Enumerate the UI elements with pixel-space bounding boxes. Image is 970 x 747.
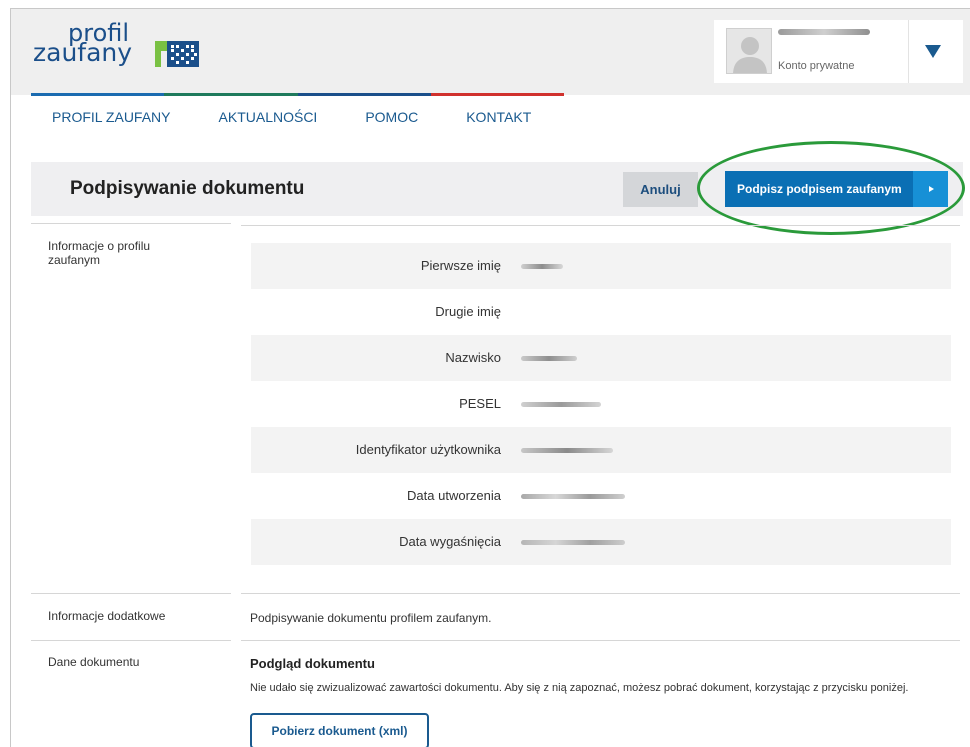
section-label-profile: Informacje o profilu zaufanym bbox=[48, 239, 151, 267]
chevron-down-icon[interactable] bbox=[924, 42, 942, 60]
field-label: Drugie imię bbox=[435, 304, 501, 319]
nav-item-profil-zaufany[interactable]: PROFIL ZAUFANY bbox=[31, 96, 171, 136]
title-bar: Podpisywanie dokumentu Anuluj Podpisz po… bbox=[31, 162, 963, 216]
field-label: Identyfikator użytkownika bbox=[355, 442, 501, 457]
field-row-pesel: PESEL bbox=[251, 381, 951, 427]
logo-text: profil zaufany bbox=[33, 21, 133, 67]
field-label: Data utworzenia bbox=[407, 488, 501, 503]
avatar bbox=[726, 28, 772, 74]
additional-info-text: Podpisywanie dokumentu profilem zaufanym… bbox=[250, 611, 492, 625]
redacted-value bbox=[521, 402, 601, 407]
field-row-user-id: Identyfikator użytkownika bbox=[251, 427, 951, 473]
logo-mark-icon bbox=[155, 41, 199, 67]
redacted-value bbox=[521, 356, 577, 361]
sign-button-arrow[interactable] bbox=[913, 171, 948, 207]
section-divider bbox=[31, 593, 231, 594]
field-row-surname: Nazwisko bbox=[251, 335, 951, 381]
redacted-value bbox=[521, 494, 625, 499]
user-placeholder-icon bbox=[733, 37, 767, 73]
preview-title: Podgląd dokumentu bbox=[250, 656, 375, 671]
redacted-value bbox=[521, 540, 625, 545]
site-header: profil zaufany Konto prywatne bbox=[11, 9, 970, 95]
section-label-document: Dane dokumentu bbox=[48, 655, 140, 669]
cancel-button[interactable]: Anuluj bbox=[623, 172, 698, 207]
field-label: Pierwsze imię bbox=[420, 258, 501, 273]
download-xml-button[interactable]: Pobierz dokument (xml) bbox=[250, 713, 429, 747]
main-nav: PROFIL ZAUFANY AKTUALNOŚCI POMOC KONTAKT bbox=[31, 96, 579, 136]
section-divider bbox=[241, 593, 960, 594]
account-name-redacted bbox=[778, 29, 870, 35]
field-label: Nazwisko bbox=[445, 350, 501, 365]
preview-message: Nie udało się zwizualizować zawartości d… bbox=[250, 682, 909, 694]
section-divider bbox=[31, 223, 231, 224]
nav-item-kontakt[interactable]: KONTAKT bbox=[466, 96, 531, 136]
field-label: Data wygaśnięcia bbox=[399, 534, 501, 549]
field-row-second-name: Drugie imię bbox=[251, 289, 951, 335]
field-label: PESEL bbox=[459, 396, 501, 411]
section-divider bbox=[241, 225, 960, 226]
nav-item-aktualnosci[interactable]: AKTUALNOŚCI bbox=[219, 96, 318, 136]
play-arrow-icon bbox=[928, 186, 934, 192]
field-row-first-name: Pierwsze imię bbox=[251, 243, 951, 289]
section-divider bbox=[241, 640, 960, 641]
logo[interactable]: profil zaufany bbox=[33, 21, 233, 83]
page-title: Podpisywanie dokumentu bbox=[70, 178, 305, 199]
account-panel[interactable]: Konto prywatne bbox=[714, 20, 963, 83]
section-divider bbox=[31, 640, 231, 641]
nav-item-pomoc[interactable]: POMOC bbox=[365, 96, 418, 136]
redacted-value bbox=[521, 264, 563, 269]
section-label-additional: Informacje dodatkowe bbox=[48, 609, 166, 623]
field-row-created: Data utworzenia bbox=[251, 473, 951, 519]
account-divider bbox=[908, 20, 909, 83]
account-type: Konto prywatne bbox=[778, 60, 855, 72]
field-row-expires: Data wygaśnięcia bbox=[251, 519, 951, 565]
logo-line2: zaufany bbox=[33, 38, 133, 67]
redacted-value bbox=[521, 448, 613, 453]
